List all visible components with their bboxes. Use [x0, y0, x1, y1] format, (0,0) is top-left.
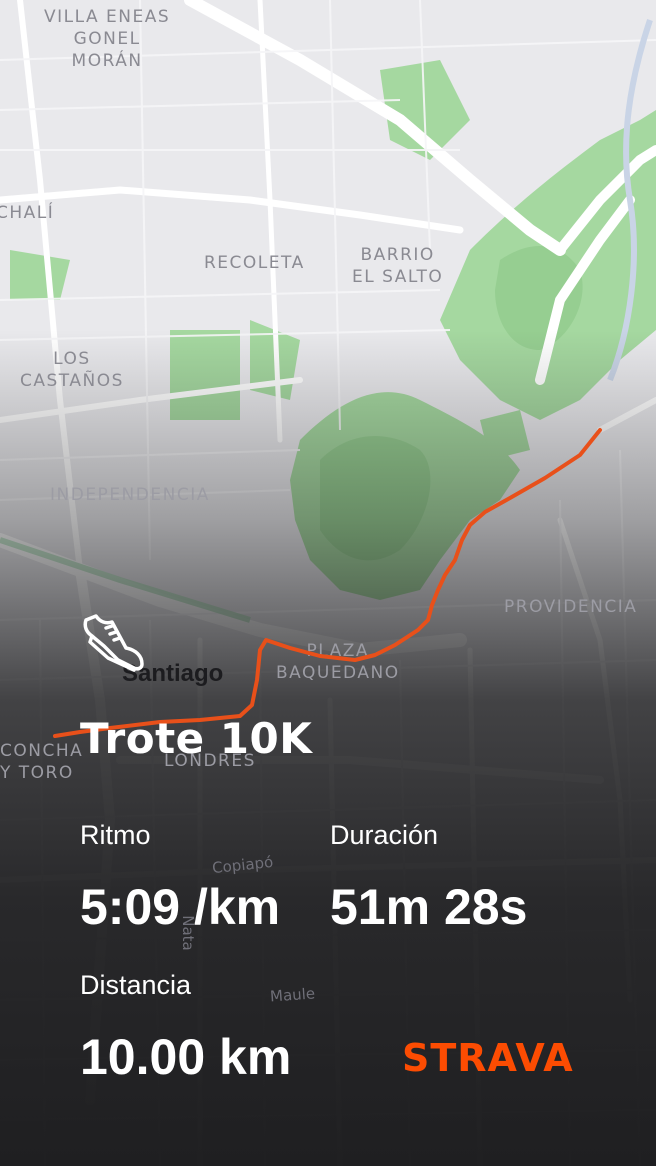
pace-value: 5:09 /km: [80, 879, 281, 935]
activity-title: Trote 10K: [80, 714, 313, 763]
pace-label: Ritmo: [80, 820, 151, 850]
duration-label: Duración: [330, 820, 439, 850]
running-shoe-icon: [83, 614, 144, 672]
distance-label: Distancia: [80, 970, 192, 1000]
distance-value: 10.00 km: [80, 1029, 292, 1085]
strava-logo: STRAVA: [402, 1036, 574, 1080]
activity-share-card: VILLA ENEAS GONEL MORÁN CHALÍ RECOLETA B…: [0, 0, 656, 1166]
duration-value: 51m 28s: [330, 879, 528, 935]
